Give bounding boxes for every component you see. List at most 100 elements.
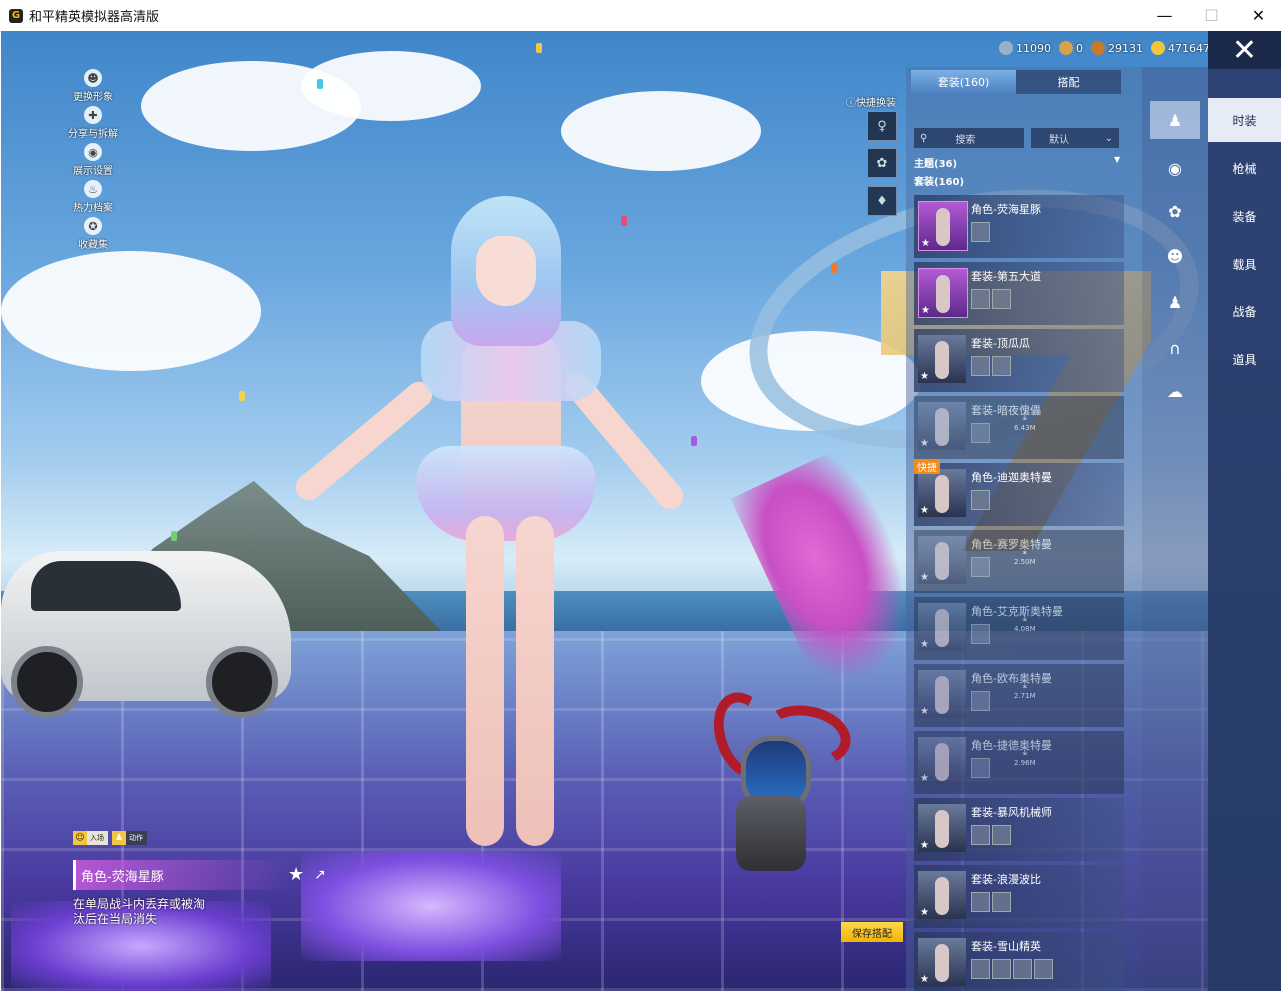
cloud	[561, 91, 761, 171]
download-icon: ⤓	[1022, 410, 1028, 423]
download-indicator[interactable]: ⤓ 2.71M	[1014, 678, 1036, 700]
share-button[interactable]: ✚ 分享与拆解	[63, 106, 123, 143]
star-icon: ★	[920, 438, 929, 449]
category-strip: ♟ ◉ ✿ ☻ ♟ ∩ ☁	[1142, 67, 1208, 991]
mask-icon[interactable]: ☻	[1150, 237, 1200, 275]
outfit-item[interactable]: ★ 角色-捷德奥特曼 ⤓ 2.96M	[914, 731, 1124, 794]
confetti	[621, 216, 627, 226]
tab-items[interactable]: 道具	[1208, 337, 1281, 381]
selected-outfit-name: 角色-荧海星豚	[73, 860, 288, 890]
outfit-item[interactable]: ★ 套装-第五大道	[914, 262, 1124, 325]
tab-battle-gear[interactable]: 战备	[1208, 289, 1281, 333]
quick-slot-3[interactable]: ♦	[867, 186, 897, 216]
cloud	[1, 251, 261, 371]
star-icon: ★	[920, 907, 929, 918]
share-out-icon[interactable]: ↗	[314, 867, 326, 883]
download-size: 6.43M	[1014, 424, 1036, 432]
outfit-part-icon	[971, 222, 990, 242]
star-icon: ★	[920, 505, 929, 516]
download-size: 4.08M	[1014, 625, 1036, 633]
heat-profile-button[interactable]: ♨ 热力档案	[63, 180, 123, 217]
tab-guns[interactable]: 枪械	[1208, 146, 1281, 190]
outfit-part-icon	[971, 490, 990, 510]
suit-count-header: 套装(160)	[914, 177, 965, 188]
download-indicator[interactable]: ⤓ 2.50M	[1014, 544, 1036, 566]
download-size: 2.96M	[1014, 759, 1036, 767]
currency-bronze[interactable]: 29131	[1091, 41, 1143, 55]
filter-arrow-icon[interactable]: ▼	[1114, 155, 1120, 164]
outfit-part-icon	[971, 825, 990, 845]
medal-icon	[1059, 41, 1073, 55]
top-icon[interactable]: ♟	[1150, 283, 1200, 321]
outfit-part-icon	[992, 892, 1011, 912]
outfit-icon[interactable]: ♟	[1150, 101, 1200, 139]
download-indicator[interactable]: ⤓ 4.08M	[1014, 611, 1036, 633]
outfit-item[interactable]: ★ 角色-欧布奥特曼 ⤓ 2.71M	[914, 664, 1124, 727]
outfit-part-icon	[992, 825, 1011, 845]
sort-dropdown[interactable]: 默认 ⌄	[1031, 128, 1119, 148]
outfit-description: 在单局战斗内丢弃或被淘汰后在当局消失	[73, 897, 206, 926]
outfit-item[interactable]: ★ 角色-赛罗奥特曼 ⤓ 2.50M	[914, 530, 1124, 593]
search-input[interactable]: ⚲ 搜索	[914, 128, 1024, 148]
outfit-name: 套装-顶瓜瓜	[971, 337, 1030, 350]
outfit-item[interactable]: ★ 角色-迪迦奥特曼 快捷	[914, 459, 1124, 526]
search-icon: ⚲	[920, 132, 928, 144]
outfit-part-icon	[992, 959, 1011, 979]
tab-action[interactable]: ♟ 动作	[112, 831, 147, 845]
outfit-item[interactable]: ★ 套装-浪漫波比	[914, 865, 1124, 928]
tab-equipment[interactable]: 装备	[1208, 194, 1281, 238]
favorite-star-icon[interactable]: ★	[288, 864, 304, 885]
save-outfit-button[interactable]: 保存搭配	[841, 922, 903, 942]
star-icon: ★	[920, 706, 929, 717]
tab-entrance[interactable]: ☺ 入场	[73, 831, 108, 845]
currency-medal[interactable]: 0	[1059, 41, 1083, 55]
download-indicator[interactable]: ⤓ 2.96M	[1014, 745, 1036, 767]
shoes-icon[interactable]: ☁	[1150, 372, 1200, 410]
pants-icon[interactable]: ∩	[1150, 329, 1200, 367]
minimize-button[interactable]: —	[1141, 0, 1188, 31]
car	[1, 551, 291, 718]
tab-combos[interactable]: 搭配	[1016, 70, 1121, 94]
outfit-thumbnail: ★	[918, 402, 966, 450]
currency-silver[interactable]: 11090	[999, 41, 1051, 55]
quick-slot-2[interactable]: ✿	[867, 148, 897, 178]
quick-change-label[interactable]: ⓘ快捷换装	[846, 94, 896, 109]
panel-tabs: 套装(160) 搭配	[911, 70, 1121, 94]
app-window: G 和平精英模拟器高清版 — ☐ ✕ ☻ 更换形象 ✚ 分享与拆解 ◉ 展示设置…	[0, 0, 1282, 992]
close-panel-button[interactable]: ✕	[1208, 31, 1281, 69]
outfit-item[interactable]: ★ 套装-暗夜傀儡 ⤓ 6.43M	[914, 396, 1124, 459]
download-icon: ⤓	[1022, 544, 1028, 557]
quick-slot-1[interactable]: ♀	[867, 111, 897, 141]
currency-gold[interactable]: 471647	[1151, 41, 1210, 55]
avatar-icon: ☻	[84, 69, 102, 87]
maximize-button[interactable]: ☐	[1188, 0, 1235, 31]
hat-icon[interactable]: ✿	[1150, 192, 1200, 230]
download-indicator[interactable]: ⤓ 6.43M	[1014, 410, 1036, 432]
outfit-part-icon	[992, 356, 1011, 376]
bronze-coin-icon	[1091, 41, 1105, 55]
outfit-name: 套装-暴风机械师	[971, 806, 1052, 819]
outfit-item[interactable]: ★ 套装-雪山精英	[914, 932, 1124, 991]
smile-icon: ☺	[73, 831, 87, 845]
outfit-item[interactable]: ★ 套装-顶瓜瓜	[914, 329, 1124, 392]
theme-filter[interactable]: 主题(36)	[914, 155, 957, 170]
outfit-item[interactable]: ★ 角色-艾克斯奥特曼 ⤓ 4.08M	[914, 597, 1124, 660]
outfit-part-icon	[1013, 959, 1032, 979]
outfit-thumbnail: ★	[918, 670, 966, 718]
tab-fashion[interactable]: 时装	[1208, 98, 1281, 142]
outfit-item[interactable]: ★ 套装-暴风机械师	[914, 798, 1124, 861]
title-bar: G 和平精英模拟器高清版 — ☐ ✕	[0, 0, 1282, 32]
share-icon: ✚	[84, 106, 102, 124]
outfit-thumbnail: ★	[918, 804, 966, 852]
tab-suits[interactable]: 套装(160)	[911, 70, 1016, 94]
display-settings-button[interactable]: ◉ 展示设置	[63, 143, 123, 180]
collection-button[interactable]: ✪ 收藏集	[63, 217, 123, 254]
outfit-part-icon	[971, 691, 990, 711]
tab-vehicles[interactable]: 载具	[1208, 242, 1281, 286]
change-avatar-button[interactable]: ☻ 更换形象	[63, 69, 123, 106]
outfit-part-icon	[971, 892, 990, 912]
accessory-icon[interactable]: ◉	[1150, 149, 1200, 187]
close-window-button[interactable]: ✕	[1235, 0, 1282, 31]
outfit-item[interactable]: ★ 角色-荧海星豚	[914, 195, 1124, 258]
confetti	[171, 531, 177, 541]
